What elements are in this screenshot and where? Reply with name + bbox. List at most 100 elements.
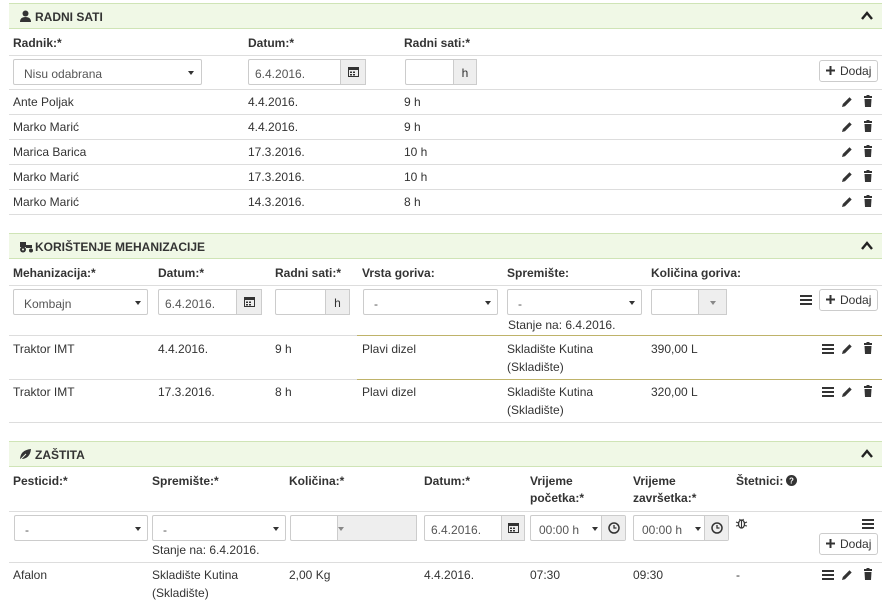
vrijeme-zavrsetka-input[interactable]: 00:00 h	[633, 515, 729, 541]
cell-spremiste-type: (Skladište)	[507, 360, 564, 374]
trash-icon[interactable]	[862, 145, 874, 157]
cell-vrijeme-pocetka: 07:30	[530, 568, 561, 582]
trash-icon[interactable]	[862, 95, 874, 107]
caret-down-icon	[710, 301, 716, 305]
mehanizacija-select[interactable]: Kombajn	[13, 289, 148, 315]
spremiste-select[interactable]: -	[507, 289, 642, 315]
plus-icon	[826, 66, 835, 75]
user-icon	[20, 10, 31, 22]
cell-kolicina: 320,00 L	[651, 385, 698, 399]
calendar-button[interactable]	[236, 289, 262, 315]
list-icon[interactable]	[822, 343, 834, 355]
tractor-icon	[20, 242, 33, 253]
add-button[interactable]: Dodaj	[819, 60, 878, 82]
section-title: ZAŠTITA	[35, 448, 85, 462]
radni-sati-header[interactable]: RADNI SATI	[9, 3, 882, 29]
list-icon[interactable]	[862, 518, 874, 530]
clock-icon	[711, 522, 723, 534]
col-mehanizacija: Mehanizacija:*	[13, 266, 96, 280]
pesticid-select[interactable]: -	[14, 515, 148, 541]
cell-sati: 9 h	[404, 95, 421, 109]
calendar-button[interactable]	[340, 59, 366, 85]
col-radnik: Radnik:*	[13, 36, 62, 50]
trash-icon[interactable]	[862, 120, 874, 132]
kolicina-goriva-input[interactable]	[651, 289, 727, 315]
cell-sati: 8 h	[404, 195, 421, 209]
add-button[interactable]: Dodaj	[819, 533, 878, 555]
list-icon[interactable]	[822, 386, 834, 398]
trash-icon[interactable]	[862, 195, 874, 207]
edit-icon[interactable]	[841, 96, 853, 108]
spremiste-select[interactable]: -	[152, 515, 286, 541]
cell-datum: 4.4.2016.	[158, 342, 209, 356]
section-title: KORIŠTENJE MEHANIZACIJE	[35, 240, 206, 254]
col-datum: Datum:*	[424, 474, 471, 488]
add-button[interactable]: Dodaj	[819, 289, 878, 311]
col-pesticid: Pesticid:*	[13, 474, 68, 488]
section-title: RADNI SATI	[35, 10, 103, 24]
cell-radnik: Marko Marić	[13, 120, 80, 134]
datum-input[interactable]: 6.4.2016.	[158, 289, 262, 315]
edit-icon[interactable]	[841, 196, 853, 208]
cell-vrsta: Plavi dizel	[362, 385, 417, 399]
col-spremiste: Spremište:	[507, 266, 570, 280]
zastita-header[interactable]: ZAŠTITA	[9, 441, 882, 467]
calendar-button[interactable]	[501, 515, 525, 541]
chevron-up-icon[interactable]	[860, 239, 874, 253]
edit-icon[interactable]	[841, 569, 853, 581]
vrijeme-pocetka-input[interactable]: 00:00 h	[530, 515, 626, 541]
clock-button[interactable]	[704, 516, 728, 540]
trash-icon[interactable]	[862, 385, 874, 397]
cell-spremiste: Skladište Kutina	[507, 385, 594, 399]
radnik-select[interactable]: Nisu odabrana	[13, 59, 202, 85]
edit-icon[interactable]	[841, 343, 853, 355]
cell-radnik: Ante Poljak	[13, 95, 74, 109]
cell-datum: 4.4.2016.	[248, 120, 299, 134]
datum-input[interactable]: 6.4.2016.	[248, 59, 366, 85]
unit-addon: h	[325, 289, 350, 315]
datum-input[interactable]: 6.4.2016.	[424, 515, 525, 541]
caret-down-icon	[338, 527, 344, 531]
cell-mehanizacija: Traktor IMT	[13, 342, 75, 356]
unit-select[interactable]	[337, 515, 417, 541]
calendar-icon	[348, 67, 359, 77]
vrsta-goriva-select[interactable]: -	[363, 289, 498, 315]
bug-icon[interactable]	[735, 517, 748, 530]
list-icon[interactable]	[800, 294, 812, 306]
edit-icon[interactable]	[841, 146, 853, 158]
trash-icon[interactable]	[862, 568, 874, 580]
unit-select[interactable]	[698, 289, 727, 315]
plus-icon	[826, 539, 835, 548]
trash-icon[interactable]	[862, 342, 874, 354]
caret-down-icon	[135, 301, 141, 305]
chevron-up-icon[interactable]	[860, 9, 874, 23]
clock-button[interactable]	[601, 516, 625, 540]
cell-spremiste-type: (Skladište)	[152, 586, 209, 600]
trash-icon[interactable]	[862, 170, 874, 182]
col-datum: Datum:*	[248, 36, 295, 50]
radni-sati-input[interactable]: h	[275, 289, 350, 315]
col-vrijeme-pocetka-1: Vrijeme	[530, 474, 573, 488]
edit-icon[interactable]	[841, 171, 853, 183]
cell-datum: 14.3.2016.	[248, 195, 305, 209]
chevron-up-icon[interactable]	[860, 447, 874, 461]
col-vrijeme-pocetka-2: početka:*	[530, 491, 585, 505]
cell-spremiste: Skladište Kutina	[507, 342, 594, 356]
radni-sati-input[interactable]: h	[405, 59, 477, 85]
caret-down-icon	[629, 301, 635, 305]
mehanizacija-header[interactable]: KORIŠTENJE MEHANIZACIJE	[9, 233, 882, 259]
list-icon[interactable]	[822, 569, 834, 581]
col-kolicina-goriva: Količina goriva:	[651, 266, 742, 280]
cell-datum: 4.4.2016.	[248, 95, 299, 109]
cell-radnik: Marko Marić	[13, 195, 80, 209]
svg-text:?: ?	[789, 477, 794, 486]
cell-radnik: Marica Barica	[13, 145, 87, 159]
help-icon[interactable]: ?	[786, 475, 797, 486]
edit-icon[interactable]	[841, 386, 853, 398]
caret-down-icon	[135, 527, 141, 531]
cell-sati: 10 h	[404, 145, 428, 159]
cell-vrsta: Plavi dizel	[362, 342, 417, 356]
col-radni-sati: Radni sati:*	[404, 36, 471, 50]
edit-icon[interactable]	[841, 121, 853, 133]
kolicina-input[interactable]	[290, 515, 417, 541]
